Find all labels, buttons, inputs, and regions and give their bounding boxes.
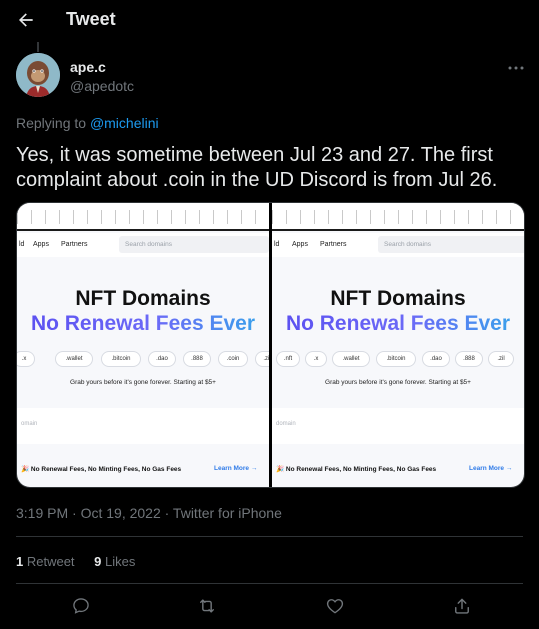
tld-chip: .888 (455, 351, 483, 367)
nav-item: ld (19, 241, 25, 248)
engagement-stats: 1 Retweet 9 Likes (16, 554, 151, 569)
more-options-button[interactable] (504, 58, 528, 78)
site-nav: ld Apps Partners Search domains (17, 233, 269, 257)
tld-chip: .zil (255, 351, 269, 367)
site-nav: ld Apps Partners Search domains (272, 233, 524, 257)
tld-chip: .bitcoin (376, 351, 416, 367)
replying-prefix: Replying to (16, 115, 90, 131)
screenshot-left[interactable]: ld Apps Partners Search domains NFT Doma… (17, 203, 269, 487)
tld-chip: .dao (148, 351, 176, 367)
promo-text: Grab yours before it's gone forever. Sta… (70, 379, 216, 386)
nav-item: ld (274, 241, 280, 248)
retweets-stat[interactable]: 1 Retweet (16, 554, 75, 569)
likes-stat[interactable]: 9 Likes (94, 554, 135, 569)
arrow-left-icon (16, 10, 36, 30)
reply-target-link[interactable]: @michelini (90, 115, 159, 131)
like-button[interactable] (323, 594, 347, 618)
nav-item-partners: Partners (320, 241, 347, 248)
search-input: Search domains (119, 236, 269, 253)
reply-button[interactable] (69, 594, 93, 618)
likes-label: Likes (101, 554, 136, 569)
hero-title: NFT Domains (330, 287, 466, 310)
tweet-media[interactable]: ld Apps Partners Search domains NFT Doma… (16, 202, 525, 488)
ape-avatar-image (16, 53, 60, 97)
domain-input: domain (272, 408, 524, 444)
hero-subtitle: No Renewal Fees Ever (272, 312, 524, 336)
hero-title: NFT Domains (75, 287, 211, 310)
nav-item-apps: Apps (33, 241, 49, 248)
tld-chip: .dao (422, 351, 450, 367)
share-icon (452, 596, 472, 616)
reply-icon (71, 596, 91, 616)
nav-item-partners: Partners (61, 241, 88, 248)
domain-input: omain (17, 408, 269, 444)
divider (16, 583, 523, 584)
replying-to: Replying to @michelini (16, 115, 159, 131)
screenshot-right[interactable]: ld Apps Partners Search domains NFT Doma… (272, 203, 524, 487)
banner-text: 🎉 No Renewal Fees, No Minting Fees, No G… (276, 466, 437, 473)
tld-chip: .x (17, 351, 35, 367)
tld-chip: .888 (183, 351, 211, 367)
avatar[interactable] (16, 53, 60, 97)
action-bar (0, 592, 539, 620)
ruler-strip (17, 203, 269, 231)
hero-subtitle: No Renewal Fees Ever (17, 312, 269, 336)
retweet-icon (196, 596, 218, 616)
search-input: Search domains (378, 236, 524, 253)
tld-chip: .bitcoin (101, 351, 141, 367)
learn-more-link: Learn More → (214, 465, 258, 472)
banner-text: 🎉 No Renewal Fees, No Minting Fees, No G… (21, 466, 182, 473)
promo-text: Grab yours before it's gone forever. Sta… (325, 379, 471, 386)
nav-item-apps: Apps (292, 241, 308, 248)
tld-chip: .wallet (332, 351, 370, 367)
thread-connector (37, 42, 39, 52)
tld-chip: .coin (218, 351, 248, 367)
learn-more-link: Learn More → (469, 465, 513, 472)
tld-chip: .zil (488, 351, 514, 367)
ruler-strip (272, 203, 524, 231)
back-button[interactable] (12, 6, 40, 34)
divider (16, 536, 523, 537)
tweet-header: Tweet (0, 0, 539, 40)
retweets-label: Retweet (23, 554, 75, 569)
page-title: Tweet (66, 9, 116, 29)
tld-chip: .x (305, 351, 327, 367)
tweet-text: Yes, it was sometime between Jul 23 and … (16, 144, 498, 191)
share-button[interactable] (450, 594, 474, 618)
ellipsis-icon (508, 66, 524, 70)
heart-icon (325, 596, 345, 616)
author-handle[interactable]: @apedotc (70, 78, 134, 94)
retweet-button[interactable] (195, 594, 219, 618)
tld-chip: .wallet (55, 351, 93, 367)
tweet-timestamp[interactable]: 3:19 PM · Oct 19, 2022 · Twitter for iPh… (16, 505, 282, 521)
author-name[interactable]: ape.c (70, 59, 106, 75)
tld-chip: .nft (276, 351, 300, 367)
